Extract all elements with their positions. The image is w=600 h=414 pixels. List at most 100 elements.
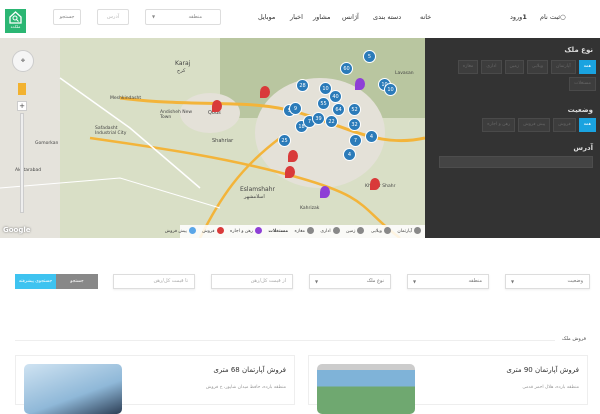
street-view-pegman-icon[interactable]	[18, 83, 26, 95]
map-cluster-marker[interactable]: 64	[332, 103, 345, 116]
map-cluster-marker[interactable]: 39	[312, 112, 325, 125]
legend-apartment[interactable]: آپارتمان	[397, 227, 421, 234]
map-legend: آپارتمان ویلایی زمین اداری مغازه مستغلات…	[165, 225, 425, 238]
card-title[interactable]: فروش آپارتمان 68 متری	[213, 366, 286, 374]
nav-consultant[interactable]: مشاور	[313, 13, 331, 21]
map-cluster-marker[interactable]: 10	[384, 83, 397, 96]
legend-shop[interactable]: مغازه	[294, 227, 314, 234]
address-input[interactable]: آدرس	[97, 9, 129, 25]
legend-presale[interactable]: پیش فروش	[165, 227, 196, 234]
map-label: Kahrizak	[300, 206, 320, 211]
map-cluster-marker[interactable]: 4	[365, 130, 378, 143]
map-pin-marker[interactable]	[370, 178, 380, 190]
google-logo: Google	[3, 226, 31, 234]
register-label: ثبت نام	[540, 13, 561, 21]
legend-label: مغازه	[294, 229, 305, 234]
login-label: ورود	[510, 13, 523, 21]
type-button[interactable]: مغازه	[457, 60, 479, 74]
map-pin-marker[interactable]	[355, 78, 365, 90]
map-pin-marker[interactable]	[260, 86, 270, 98]
office-icon	[332, 227, 340, 234]
region-select-value: منطقه	[468, 278, 483, 284]
type-button[interactable]: آپارتمان	[551, 60, 576, 74]
legend-land[interactable]: زمین	[346, 227, 365, 234]
legend-label: فروش	[202, 229, 215, 234]
map-pin-marker[interactable]	[288, 150, 298, 162]
price-to-input[interactable]: تا قیمت کل/رهن	[113, 274, 195, 289]
status-select[interactable]: وضعیت ▼	[505, 274, 590, 289]
type-select[interactable]: نوع ملک ▼	[309, 274, 391, 289]
type-title: نوع ملک	[564, 46, 593, 54]
section-title: فروش ملک	[561, 336, 586, 342]
nav-mobile[interactable]: موبایل	[258, 13, 275, 21]
caret-down-icon: ▼	[413, 279, 417, 284]
map-cluster-marker[interactable]: 22	[325, 115, 338, 128]
property-card[interactable]: فروش آپارتمان 68 متری منطقه بارده، حافظ …	[15, 355, 295, 414]
property-image[interactable]	[317, 364, 415, 414]
nav-categories[interactable]: دسته بندی	[373, 13, 401, 21]
map-label: Safadasht Industrial City	[95, 126, 127, 136]
zoom-slider[interactable]	[20, 113, 24, 213]
status-button[interactable]: پیش فروش	[518, 118, 551, 132]
register-link[interactable]: ○ثبت نام	[540, 13, 566, 21]
type-button[interactable]: ویلایی	[526, 60, 549, 74]
map-cluster-marker[interactable]: 28	[296, 79, 309, 92]
nav-home[interactable]: خانه	[420, 13, 431, 21]
login-link[interactable]: 1ورود	[510, 13, 527, 21]
map-cluster-marker[interactable]: 55	[317, 97, 330, 110]
map-cluster-marker[interactable]: 5	[363, 50, 376, 63]
legend-villa[interactable]: ویلایی	[371, 227, 391, 234]
legend-office[interactable]: اداری	[320, 227, 340, 234]
zoom-in-button[interactable]: +	[17, 101, 27, 111]
legend-label: رهن و اجاره	[229, 229, 253, 234]
map-label: Akhtarabad	[15, 168, 42, 173]
map-cluster-marker[interactable]: 40	[329, 90, 342, 103]
price-from-input[interactable]: از قیمت کل/رهن	[211, 274, 293, 289]
map-cluster-marker[interactable]: 60	[340, 62, 353, 75]
legend-rent[interactable]: رهن و اجاره	[229, 227, 262, 234]
map-pin-marker[interactable]	[212, 100, 222, 112]
pan-control[interactable]: ✥	[12, 50, 34, 72]
map-cluster-marker[interactable]: 52	[348, 103, 361, 116]
map[interactable]: Karaj کرج Meshkindasht Andisheh New Town…	[0, 38, 425, 238]
logo[interactable]: ملکده	[5, 9, 26, 33]
type-button[interactable]: اداری	[481, 60, 502, 74]
card-title[interactable]: فروش آپارتمان 90 متری	[506, 366, 579, 374]
property-image[interactable]	[24, 364, 122, 414]
shop-icon	[306, 227, 314, 234]
legend-sale[interactable]: فروش	[202, 227, 224, 234]
legend-estate[interactable]: مستغلات	[268, 229, 288, 234]
card-subtitle: منطقه بارده، حافظ میدان شاپور، خ فروش	[205, 385, 286, 390]
status-button[interactable]: همه	[578, 118, 596, 132]
map-label: Shahriar	[212, 138, 234, 144]
type-button[interactable]: همه	[578, 60, 596, 74]
map-label: Eslamshahr	[240, 186, 275, 193]
property-card[interactable]: فروش آپارتمان 90 متری منطقه بارده، هلال …	[308, 355, 588, 414]
apartment-icon	[414, 227, 421, 234]
legend-label: زمین	[346, 229, 356, 234]
sale-dot-icon	[216, 227, 224, 234]
user-icon: 1	[522, 13, 527, 21]
status-button[interactable]: رهن و اجاره	[482, 118, 516, 132]
nav-news[interactable]: اخبار	[290, 13, 303, 21]
map-cluster-marker[interactable]: 32	[348, 118, 361, 131]
region-select[interactable]: منطقه ▼	[145, 9, 221, 25]
region-filter-select[interactable]: منطقه ▼	[407, 274, 489, 289]
map-pin-marker[interactable]	[320, 186, 330, 198]
map-pin-marker[interactable]	[285, 166, 295, 178]
villa-icon	[383, 227, 391, 234]
address-title: آدرس	[573, 144, 593, 152]
type-button[interactable]: مستغلات	[569, 77, 596, 91]
search-button[interactable]: جستجو	[56, 274, 98, 289]
map-cluster-marker[interactable]: 7	[349, 134, 362, 147]
map-cluster-marker[interactable]: 25	[278, 134, 291, 147]
map-cluster-marker[interactable]: 4	[343, 148, 356, 161]
address-input[interactable]	[439, 156, 593, 168]
map-cluster-marker[interactable]: 9	[289, 102, 302, 115]
search-button[interactable]: جستجو	[53, 9, 81, 25]
type-button[interactable]: زمین	[504, 60, 524, 74]
logo-text: ملکده	[10, 24, 21, 29]
status-button[interactable]: فروش	[553, 118, 576, 132]
nav-agency[interactable]: آژانس	[342, 13, 359, 21]
advanced-search-button[interactable]: جستجوی پیشرفته	[15, 274, 56, 289]
